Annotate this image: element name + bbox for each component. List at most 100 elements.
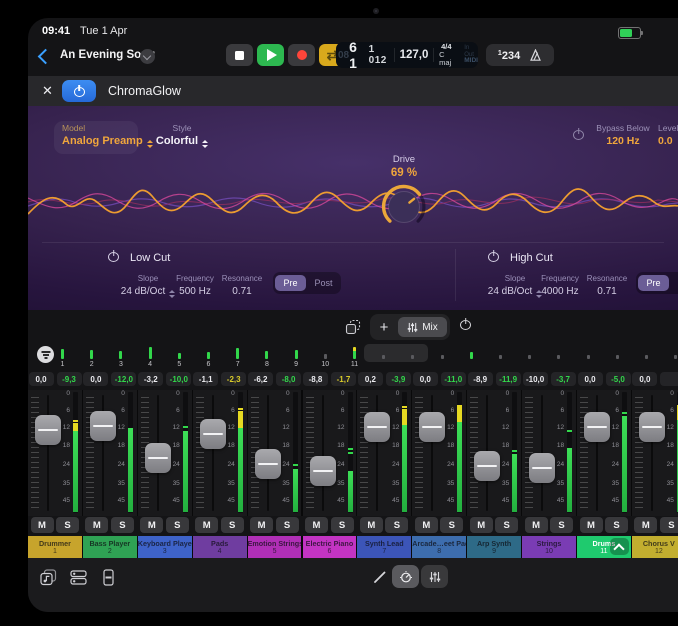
peak-readout[interactable]: -1,7 [331, 372, 356, 386]
mute-button[interactable]: M [195, 517, 218, 533]
stop-button[interactable] [226, 44, 253, 66]
edit-button[interactable] [368, 566, 392, 588]
loop-browser-button[interactable] [36, 566, 60, 588]
routing-icon [69, 568, 88, 587]
duplicate-button[interactable] [340, 315, 366, 339]
navigator-meter-tick [499, 355, 502, 359]
duplicate-icon [345, 319, 361, 335]
channel-strip: 061218243545 [138, 390, 192, 516]
track-number: 6 [303, 548, 357, 555]
drive-knob[interactable] [380, 183, 428, 231]
peak-readout[interactable]: -10,0 [166, 372, 191, 386]
mute-button[interactable]: M [85, 517, 108, 533]
solo-button[interactable]: S [605, 517, 628, 533]
track-name-tab[interactable]: Pads 4 [193, 536, 247, 558]
solo-button[interactable]: S [495, 517, 518, 533]
channel-power-icon[interactable] [460, 319, 471, 330]
resonance-value[interactable]: 0.71 [209, 286, 275, 297]
post-button[interactable]: Post [308, 275, 339, 291]
peak-readout[interactable] [660, 372, 678, 386]
level-meter [567, 392, 572, 513]
peak-readout[interactable]: -11,0 [441, 372, 466, 386]
solo-button[interactable]: S [550, 517, 573, 533]
volume-readout: -1,1 [193, 372, 218, 386]
peak-readout[interactable]: -2,3 [221, 372, 246, 386]
track-name-tab[interactable]: Synth Lead 7 [357, 536, 411, 558]
mute-button[interactable]: M [31, 517, 54, 533]
peak-hold-mark [348, 448, 353, 450]
track-name-tab[interactable]: Bass Player 2 [83, 536, 137, 558]
solo-button[interactable]: S [331, 517, 354, 533]
peak-readout[interactable]: -3,9 [386, 372, 411, 386]
peak-readout[interactable]: -12,0 [111, 372, 136, 386]
plugin-power-button[interactable] [62, 80, 96, 102]
mix-button[interactable]: Mix [398, 317, 447, 337]
mute-button[interactable]: M [305, 517, 328, 533]
solo-button[interactable]: S [440, 517, 463, 533]
bypass-power-icon[interactable] [573, 129, 584, 140]
navigator-meter-tick [353, 347, 356, 359]
track-name-tab[interactable]: Chorus V 12 [632, 536, 678, 558]
high-cut-power-icon[interactable] [488, 251, 499, 262]
track-name-tab[interactable]: Arp Synth 9 [467, 536, 521, 558]
close-icon[interactable]: ✕ [42, 84, 53, 97]
peak-readout[interactable]: -5,0 [606, 372, 631, 386]
peak-readout[interactable]: -8,0 [276, 372, 301, 386]
style-selector[interactable]: Style Colorful [146, 123, 218, 148]
playhead-subposition: 1 012 [369, 44, 389, 66]
controls-view-button[interactable] [392, 565, 419, 588]
mute-button[interactable]: M [415, 517, 438, 533]
solo-button[interactable]: S [385, 517, 408, 533]
volume-readout: -3,2 [138, 372, 163, 386]
track-name-tab[interactable]: Arcade…eet Pad 8 [412, 536, 466, 558]
filter-icon[interactable] [37, 346, 54, 363]
metronome-icon[interactable] [529, 49, 542, 62]
mute-button[interactable]: M [250, 517, 273, 533]
lcd-display[interactable]: 08 6 1 1 012 127,0 4/4 C maj In Out MIDI [336, 42, 478, 68]
count-in-button[interactable]: 1234 [498, 48, 521, 62]
level-value[interactable]: 0.0 [658, 135, 678, 147]
solo-button[interactable]: S [660, 517, 678, 533]
solo-button[interactable]: S [166, 517, 189, 533]
solo-button[interactable]: S [56, 517, 79, 533]
add-track-button[interactable]: + [372, 315, 396, 339]
solo-button[interactable]: S [276, 517, 299, 533]
back-chevron-icon[interactable] [38, 49, 54, 65]
track-name-tab[interactable]: Keyboard Player 3 [138, 536, 192, 558]
model-selector[interactable]: Model Analog Preamp [54, 121, 138, 154]
mute-button[interactable]: M [360, 517, 383, 533]
track-name-tab[interactable]: Emotion Strings 5 [248, 536, 302, 558]
resonance-value[interactable]: 0.71 [574, 286, 640, 297]
track-name-tab[interactable]: Drums 11 [577, 536, 631, 558]
collapse-chevron-icon[interactable] [610, 538, 629, 555]
routing-button[interactable] [66, 566, 90, 588]
peak-readout[interactable]: -3,7 [551, 372, 576, 386]
solo-button[interactable]: S [111, 517, 134, 533]
mute-button[interactable]: M [470, 517, 493, 533]
midi-io-label: In Out [464, 45, 478, 58]
solo-button[interactable]: S [221, 517, 244, 533]
mute-button[interactable]: M [525, 517, 548, 533]
mute-button[interactable]: M [580, 517, 603, 533]
peak-readout[interactable]: -9,3 [57, 372, 82, 386]
record-button[interactable] [288, 44, 315, 66]
track-name-tab[interactable]: Electric Piano 6 [303, 536, 357, 558]
post-button[interactable]: Post [671, 275, 678, 291]
peak-readout[interactable]: -11,9 [496, 372, 521, 386]
mute-button[interactable]: M [140, 517, 163, 533]
song-menu-chevron-icon[interactable] [140, 49, 155, 64]
navigator-window[interactable] [364, 344, 428, 362]
track-name-tab[interactable]: Strings 10 [522, 536, 576, 558]
pre-button[interactable]: Pre [638, 275, 669, 291]
count-in-metronome-group[interactable]: 1234 [486, 44, 554, 66]
low-cut-power-icon[interactable] [108, 251, 119, 262]
play-button[interactable] [257, 44, 284, 66]
pre-button[interactable]: Pre [275, 275, 306, 291]
mixer-navigator[interactable]: 1234567891011 [28, 344, 678, 368]
track-name-tab[interactable]: Drummer 1 [28, 536, 82, 558]
bypass-below-value[interactable]: 120 Hz [588, 135, 658, 147]
playhead-position: 6 1 [349, 42, 366, 68]
mute-button[interactable]: M [634, 517, 657, 533]
fader-panel-button[interactable] [96, 566, 120, 588]
mixer-view-button[interactable] [421, 565, 448, 588]
